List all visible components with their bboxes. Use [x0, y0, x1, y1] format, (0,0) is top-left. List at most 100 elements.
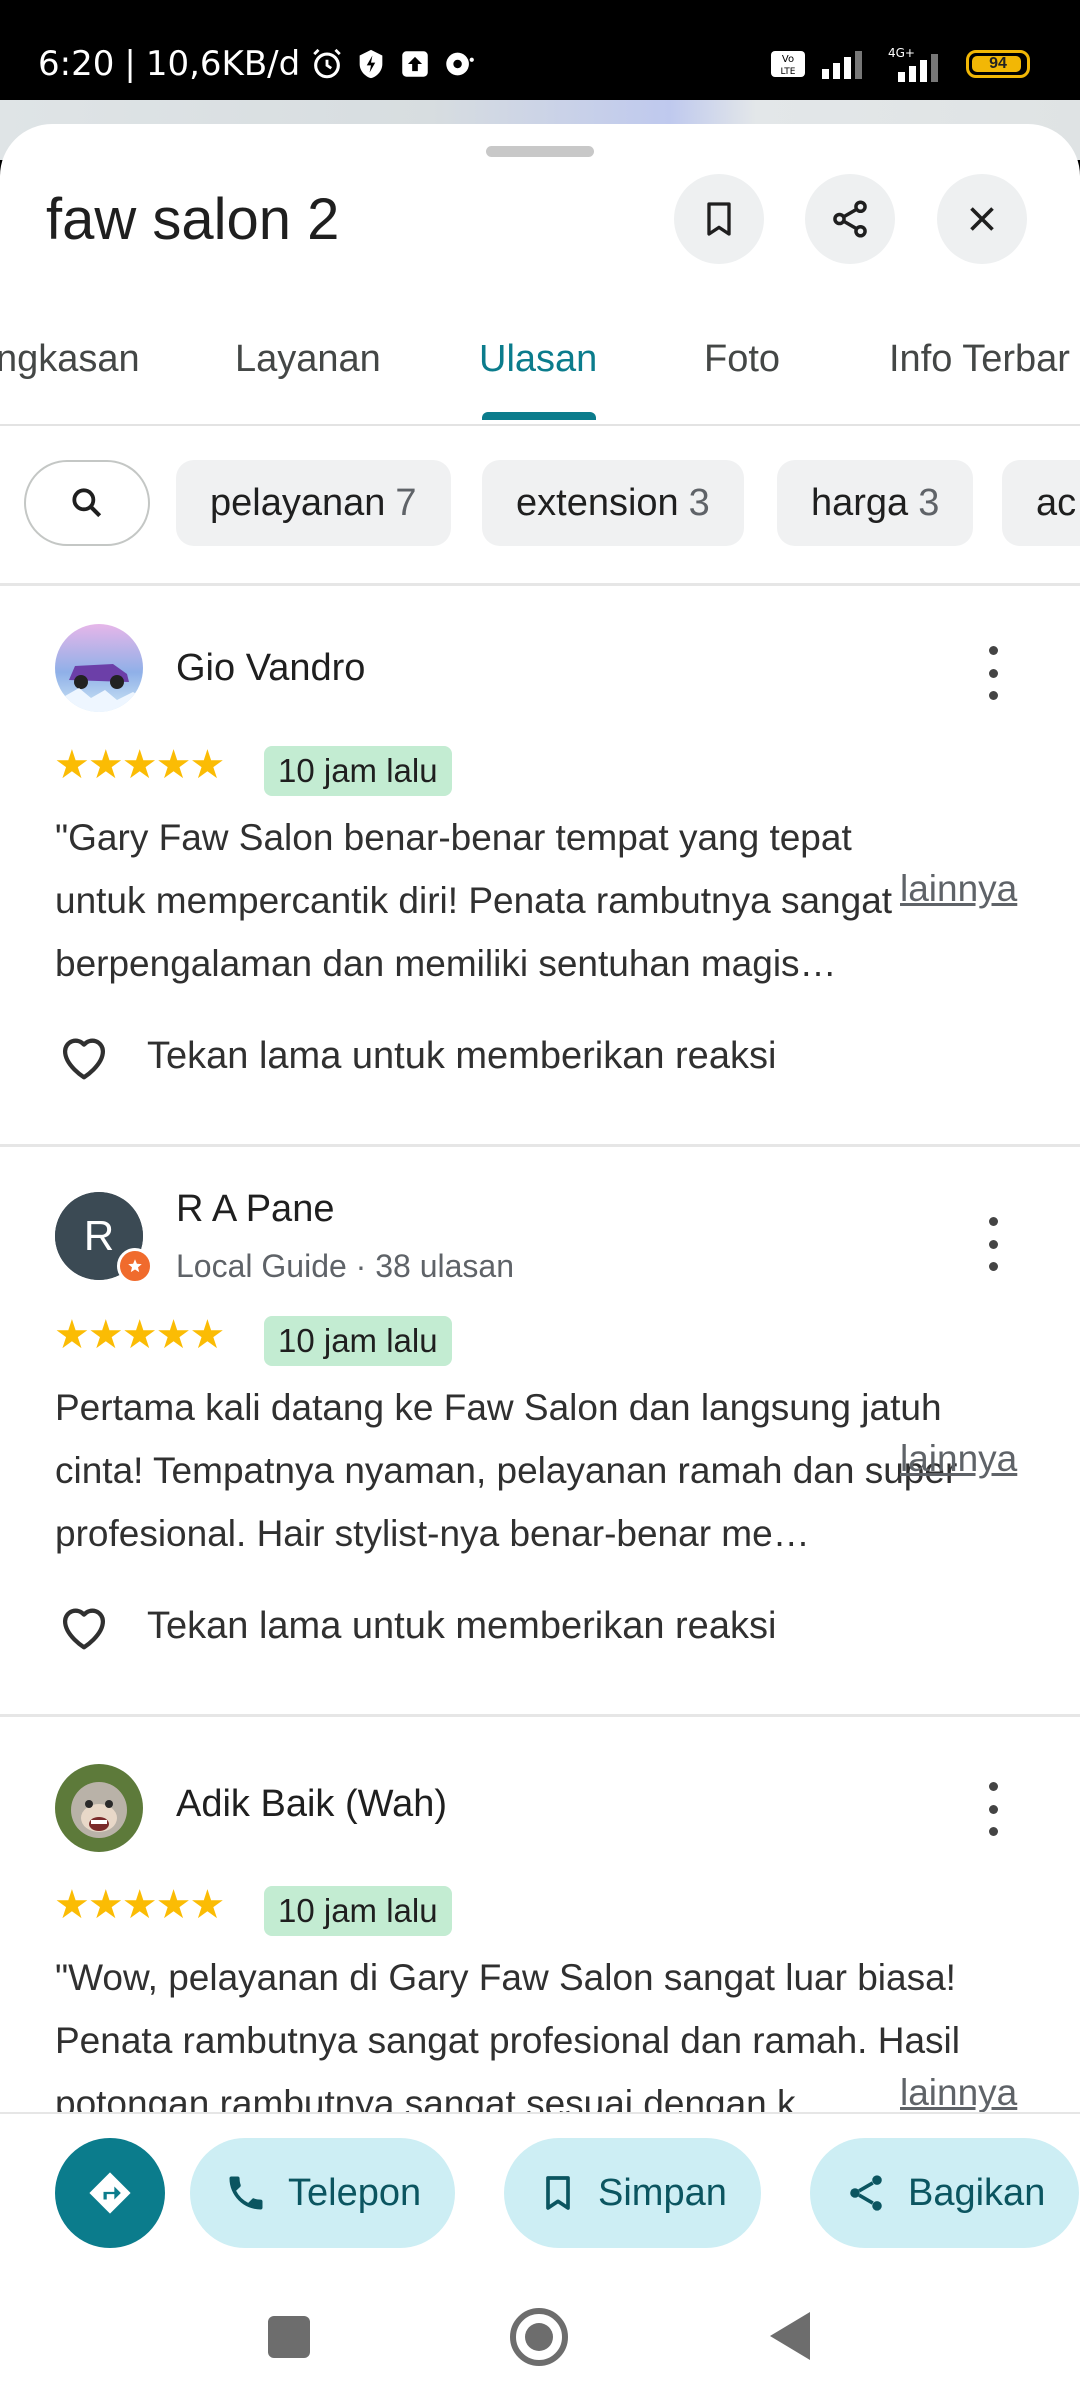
share-icon	[833, 200, 867, 238]
search-reviews-button[interactable]	[24, 460, 150, 546]
tab-photos[interactable]: Foto	[704, 338, 780, 381]
review-time-badge: 10 jam lalu	[264, 1316, 452, 1366]
svg-text:LTE: LTE	[781, 67, 796, 77]
review-text[interactable]: "Gary Faw Salon benar-benar tempat yang …	[55, 806, 1045, 995]
status-net-speed: 10,6KB/d	[145, 44, 301, 84]
chip-harga[interactable]: harga 3	[777, 460, 974, 546]
alarm-icon	[313, 48, 341, 79]
reaction-label: Tekan lama untuk memberikan reaksi	[147, 1034, 777, 1077]
chip-pelayanan[interactable]: pelayanan 7	[176, 460, 451, 546]
more-options-icon[interactable]	[980, 646, 1006, 700]
review-filter-chips: pelayanan 7 extension 3 harga 3 ac	[0, 426, 1080, 586]
save-label: Simpan	[598, 2171, 727, 2214]
close-icon	[970, 207, 994, 231]
chip-extension[interactable]: extension 3	[482, 460, 744, 546]
battery-icon: 94	[966, 50, 1030, 78]
phone-icon	[229, 2176, 263, 2210]
review-text-line: Pertama kali datang ke Faw Salon dan lan…	[55, 1387, 942, 1428]
chip-label: extension	[516, 481, 679, 524]
review-text-line: untuk mempercantik diri! Penata rambutny…	[55, 880, 893, 921]
home-button[interactable]	[510, 2308, 568, 2366]
battery-level: 94	[989, 55, 1007, 72]
action-bar: Telepon Simpan Bagikan	[0, 2112, 1080, 2276]
read-more-link[interactable]: lainnya	[900, 2072, 1017, 2114]
volte-icon: Vo LTE	[771, 51, 805, 77]
review-time-badge: 10 jam lalu	[264, 746, 452, 796]
save-place-button[interactable]	[674, 174, 764, 264]
close-button[interactable]	[937, 174, 1027, 264]
system-nav-bar	[0, 2276, 1080, 2400]
share-label: Bagikan	[908, 2171, 1046, 2214]
review-text[interactable]: Pertama kali datang ke Faw Salon dan lan…	[55, 1376, 1045, 1565]
active-tab-indicator	[482, 412, 596, 420]
tab-services[interactable]: Layanan	[235, 338, 381, 381]
chip-label: harga	[811, 481, 909, 524]
tab-reviews[interactable]: Ulasan	[479, 338, 597, 381]
svg-text:4G+: 4G+	[888, 46, 915, 60]
avatar[interactable]	[55, 1764, 143, 1852]
signal-4g-icon: 4G+	[888, 46, 938, 82]
save-button[interactable]: Simpan	[504, 2138, 761, 2248]
status-separator: |	[124, 44, 136, 84]
reaction-button[interactable]: Tekan lama untuk memberikan reaksi	[55, 1030, 776, 1082]
avatar-car-image	[55, 624, 143, 712]
status-right: Vo LTE 4G+ 94	[770, 46, 1030, 82]
signal-icon	[822, 51, 862, 79]
share-button[interactable]: Bagikan	[810, 2138, 1080, 2248]
more-options-icon[interactable]	[980, 1782, 1006, 1836]
chip-count: 3	[688, 481, 710, 524]
tab-bar: ngkasan Layanan Ulasan Foto Info Terbar	[0, 320, 1080, 426]
reviewer-name[interactable]: Gio Vandro	[176, 647, 365, 690]
call-label: Telepon	[288, 2171, 422, 2214]
chip-label: ac	[1036, 481, 1077, 524]
read-more-link[interactable]: lainnya	[900, 1438, 1017, 1480]
call-button[interactable]: Telepon	[190, 2138, 456, 2248]
svg-text:Vo: Vo	[782, 54, 794, 65]
status-bar: 6:20 | 10,6KB/d Vo LTE 4G+ 94	[0, 0, 1080, 110]
chip-label: pelayanan	[210, 481, 386, 524]
chip-count: 7	[395, 481, 417, 524]
heart-icon	[62, 1038, 106, 1080]
avatar[interactable]	[55, 624, 143, 712]
reviewer-subtitle: Local Guide · 38 ulasan	[176, 1248, 514, 1284]
directions-button[interactable]	[55, 2138, 165, 2248]
reaction-button[interactable]: Tekan lama untuk memberikan reaksi	[55, 1600, 776, 1652]
drag-handle[interactable]	[486, 146, 594, 157]
status-left: 6:20 | 10,6KB/d	[38, 44, 476, 84]
tab-updates[interactable]: Info Terbar	[889, 338, 1070, 381]
read-more-link[interactable]: lainnya	[900, 868, 1017, 910]
star-rating: ★★★★★	[54, 743, 225, 787]
star-rating: ★★★★★	[54, 1313, 225, 1357]
upload-icon	[402, 51, 428, 77]
review-text-line: berpengalaman dan memiliki sentuhan magi…	[55, 943, 837, 984]
chip-ac[interactable]: ac	[1002, 460, 1080, 546]
share-icon	[850, 2175, 882, 2211]
avatar[interactable]: R	[55, 1192, 153, 1284]
review-text-line: Penata rambutnya sangat profesional dan …	[55, 2020, 960, 2061]
tab-overview[interactable]: ngkasan	[0, 338, 140, 381]
review-text-line: cinta! Tempatnya nyaman, pelayanan ramah…	[55, 1450, 958, 1491]
chat-icon	[446, 52, 475, 76]
shield-bolt-icon	[359, 49, 383, 79]
place-title: faw salon 2	[46, 187, 340, 252]
directions-icon	[89, 2172, 131, 2214]
chip-count: 3	[918, 481, 940, 524]
review-text-line: "Gary Faw Salon benar-benar tempat yang …	[55, 817, 852, 858]
review-text-line: profesional. Hair stylist-nya benar-bena…	[55, 1513, 810, 1554]
divider	[0, 1144, 1080, 1147]
place-sheet: faw salon 2 ngkasan Layanan Ulasan Foto …	[0, 124, 1080, 2400]
share-place-button[interactable]	[805, 174, 895, 264]
reviewer-name[interactable]: Adik Baik (Wah)	[176, 1783, 447, 1826]
review-text-line: "Wow, pelayanan di Gary Faw Salon sangat…	[55, 1957, 956, 1998]
divider	[0, 1714, 1080, 1717]
status-time: 6:20	[38, 44, 115, 84]
avatar-monkey-image	[55, 1764, 143, 1852]
recents-button[interactable]	[268, 2316, 310, 2358]
back-button[interactable]	[770, 2312, 810, 2360]
local-guide-badge-icon	[117, 1248, 153, 1284]
review-text[interactable]: "Wow, pelayanan di Gary Faw Salon sangat…	[55, 1946, 1045, 2135]
reaction-label: Tekan lama untuk memberikan reaksi	[147, 1604, 777, 1647]
search-icon	[72, 488, 102, 518]
more-options-icon[interactable]	[980, 1217, 1006, 1271]
reviewer-name[interactable]: R A Pane	[176, 1188, 334, 1231]
